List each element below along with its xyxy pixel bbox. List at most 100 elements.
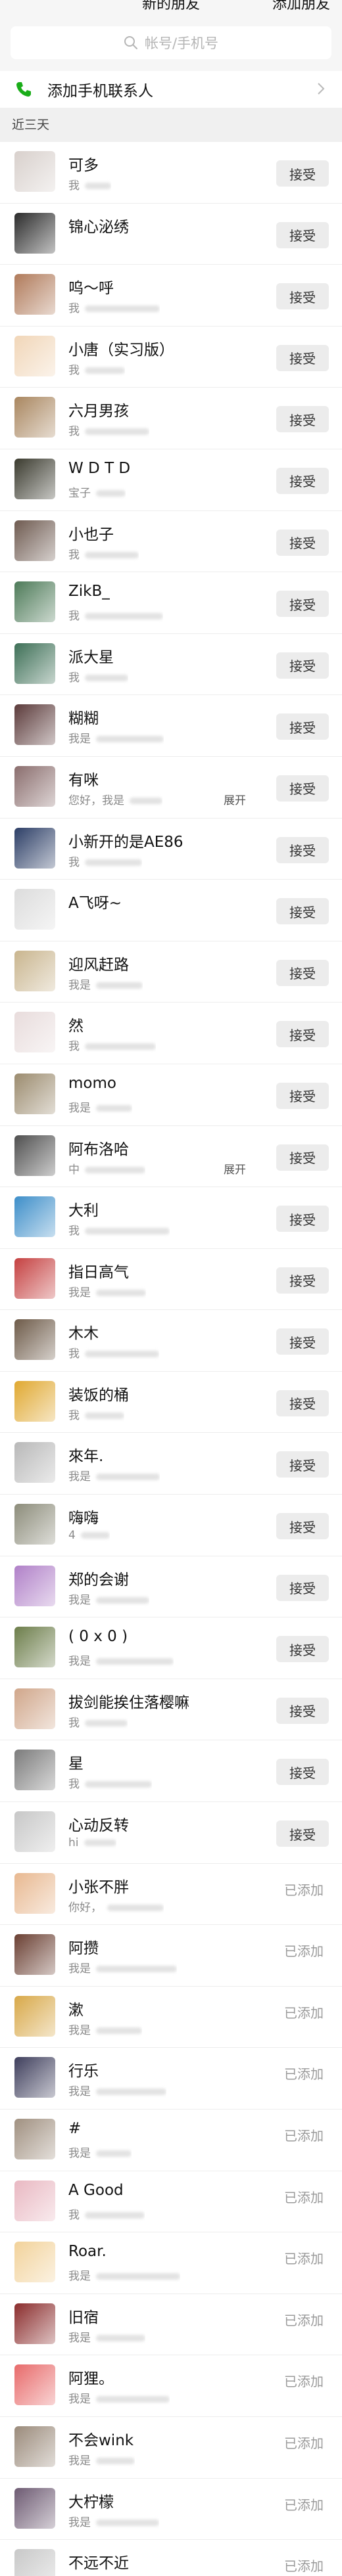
avatar[interactable] <box>14 704 55 746</box>
friend-request-row[interactable]: 郑的会谢 我是 接受 <box>0 1556 342 1618</box>
accept-button[interactable]: 接受 <box>276 1082 329 1109</box>
avatar[interactable] <box>14 1688 55 1729</box>
add-friend-button[interactable]: 添加朋友 <box>272 0 330 13</box>
avatar[interactable] <box>14 1872 55 1914</box>
avatar[interactable] <box>14 1811 55 1853</box>
search-input[interactable]: 帐号/手机号 <box>11 26 331 59</box>
avatar[interactable] <box>14 2487 55 2529</box>
friend-request-row[interactable]: 小唐（实习版） 我 接受 <box>0 327 342 388</box>
accept-button[interactable]: 接受 <box>276 1574 329 1601</box>
accept-button[interactable]: 接受 <box>276 1451 329 1478</box>
accept-button[interactable]: 接受 <box>276 1021 329 1048</box>
friend-request-row[interactable]: 有咪 您好，我是 展开 接受 <box>0 757 342 819</box>
accept-button[interactable]: 接受 <box>276 1267 329 1294</box>
avatar[interactable] <box>14 2303 55 2344</box>
accept-button[interactable]: 接受 <box>276 959 329 986</box>
accept-button[interactable]: 接受 <box>276 1390 329 1416</box>
accept-button[interactable]: 接受 <box>276 221 329 248</box>
avatar[interactable] <box>14 1380 55 1422</box>
friend-request-row[interactable]: 装饭的桶我 接受 <box>0 1372 342 1434</box>
friend-request-row[interactable]: 可多我 接受 <box>0 142 342 204</box>
friend-request-row[interactable]: 漱我是 已添加 <box>0 1987 342 2048</box>
avatar[interactable] <box>14 889 55 930</box>
accept-button[interactable]: 接受 <box>276 836 329 863</box>
friend-request-row[interactable]: 心动反转 hi 接受 <box>0 1802 342 1864</box>
avatar[interactable] <box>14 827 55 869</box>
friend-request-row[interactable]: 锦心泌绣 接受 <box>0 204 342 265</box>
avatar[interactable] <box>14 1012 55 1053</box>
friend-request-row[interactable]: 旧宿 我是 已添加 <box>0 2294 342 2356</box>
friend-request-row[interactable]: 呜～呼我 接受 <box>0 265 342 327</box>
avatar[interactable] <box>14 1750 55 1791</box>
avatar[interactable] <box>14 335 55 376</box>
avatar[interactable] <box>14 643 55 684</box>
avatar[interactable] <box>14 1319 55 1361</box>
avatar[interactable] <box>14 2426 55 2467</box>
friend-request-row[interactable]: 星我 接受 <box>0 1740 342 1803</box>
avatar[interactable] <box>14 2242 55 2283</box>
friend-request-row[interactable]: 大利我 接受 <box>0 1187 342 1249</box>
avatar[interactable] <box>14 950 55 991</box>
friend-request-row[interactable]: 不远不近 已添加 <box>0 2540 342 2576</box>
avatar[interactable] <box>14 397 55 438</box>
friend-request-row[interactable]: 指日高气 我是 接受 <box>0 1249 342 1311</box>
accept-button[interactable]: 接受 <box>276 529 329 556</box>
friend-request-row[interactable]: 小也子我 接受 <box>0 511 342 573</box>
avatar[interactable] <box>14 765 55 807</box>
accept-button[interactable]: 接受 <box>276 1820 329 1847</box>
avatar[interactable] <box>14 2119 55 2159</box>
friend-request-row[interactable]: 拔剑能挨住落樱嘛我 接受 <box>0 1679 342 1741</box>
avatar[interactable] <box>14 1135 55 1176</box>
accept-button[interactable]: 接受 <box>276 1206 329 1232</box>
friend-request-row[interactable]: 六月男孩我 接受 <box>0 388 342 449</box>
accept-button[interactable]: 接受 <box>276 775 329 802</box>
avatar[interactable] <box>14 520 55 561</box>
accept-button[interactable]: 接受 <box>276 591 329 618</box>
avatar[interactable] <box>14 581 55 623</box>
friend-request-row[interactable]: W D T D 宝子 接受 <box>0 449 342 511</box>
avatar[interactable] <box>14 2057 55 2098</box>
accept-button[interactable]: 接受 <box>276 713 329 740</box>
avatar[interactable] <box>14 2364 55 2406</box>
avatar[interactable] <box>14 1257 55 1299</box>
avatar[interactable] <box>14 1504 55 1545</box>
avatar[interactable] <box>14 1995 55 2037</box>
friend-request-row[interactable]: 迎风赶路 我是 接受 <box>0 941 342 1003</box>
friend-request-row[interactable]: 木木我 接受 <box>0 1310 342 1372</box>
friend-request-row[interactable]: # 我是 已添加 <box>0 2110 342 2171</box>
friend-request-row[interactable]: 糊糊 我是 接受 <box>0 695 342 757</box>
friend-request-row[interactable]: ZikB_ 我 接受 <box>0 572 342 634</box>
friend-request-row[interactable]: 派大星我 接受 <box>0 634 342 696</box>
accept-button[interactable]: 接受 <box>276 160 329 187</box>
avatar[interactable] <box>14 1627 55 1668</box>
friend-request-row[interactable]: 小新开的是AE86 我 接受 <box>0 819 342 880</box>
accept-button[interactable]: 接受 <box>276 898 329 925</box>
accept-button[interactable]: 接受 <box>276 344 329 371</box>
avatar[interactable] <box>14 1442 55 1483</box>
friend-request-row[interactable]: 然我 接受 <box>0 1003 342 1064</box>
friend-request-row[interactable]: 小张不胖 你好， 已添加 <box>0 1864 342 1926</box>
avatar[interactable] <box>14 1565 55 1606</box>
friend-request-row[interactable]: ( 0 x 0 ) 我是 接受 <box>0 1617 342 1679</box>
add-phone-contact-row[interactable]: 添加手机联系人 <box>0 71 342 108</box>
avatar[interactable] <box>14 1934 55 1976</box>
accept-button[interactable]: 接受 <box>276 1328 329 1355</box>
friend-request-row[interactable]: 大柠檬 我是 已添加 <box>0 2479 342 2541</box>
friend-request-row[interactable]: 嗨嗨 4 接受 <box>0 1495 342 1556</box>
friend-request-row[interactable]: A Good 我 已添加 <box>0 2171 342 2233</box>
avatar[interactable] <box>14 212 55 254</box>
accept-button[interactable]: 接受 <box>276 1513 329 1540</box>
friend-request-row[interactable]: 來年. 我是 接受 <box>0 1433 342 1495</box>
accept-button[interactable]: 接受 <box>276 1144 329 1171</box>
avatar[interactable] <box>14 1196 55 1238</box>
friend-request-row[interactable]: 阿攒 我是 已添加 <box>0 1925 342 1987</box>
friend-request-row[interactable]: Roar. 我是 已添加 <box>0 2232 342 2294</box>
accept-button[interactable]: 接受 <box>276 467 329 494</box>
accept-button[interactable]: 接受 <box>276 1759 329 1786</box>
avatar[interactable] <box>14 458 55 499</box>
avatar[interactable] <box>14 2549 55 2576</box>
expand-link[interactable]: 展开 <box>224 791 246 807</box>
friend-request-row[interactable]: momo 我是 接受 <box>0 1064 342 1126</box>
expand-link[interactable]: 展开 <box>224 1160 246 1177</box>
friend-request-row[interactable]: 不会wink 我是 已添加 <box>0 2417 342 2479</box>
